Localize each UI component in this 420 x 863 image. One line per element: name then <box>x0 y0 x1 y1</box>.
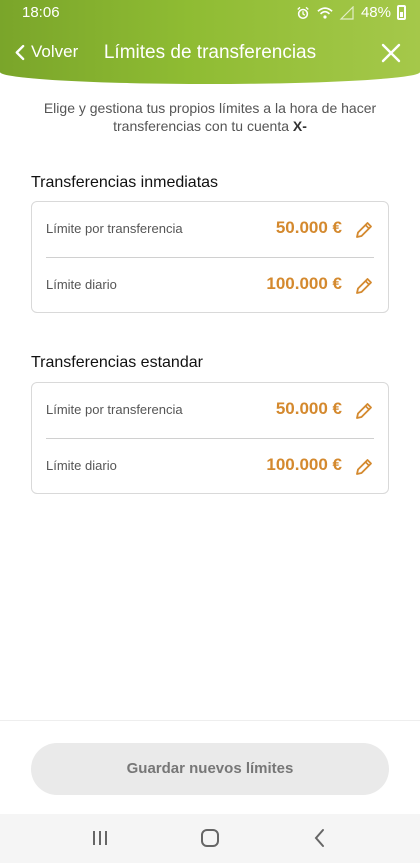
limit-label: Límite diario <box>46 458 117 473</box>
system-nav-bar <box>0 814 420 863</box>
recent-apps-icon[interactable] <box>88 826 112 850</box>
limit-value: 100.000 € <box>266 274 342 293</box>
edit-pencil-icon[interactable] <box>354 220 374 240</box>
limit-row: Límite diario 100.000 € <box>46 258 374 313</box>
status-time: 18:06 <box>22 4 60 21</box>
limit-label: Límite por transferencia <box>46 221 183 236</box>
battery-percent: 48% <box>360 4 391 21</box>
limit-value: 100.000 € <box>266 455 342 474</box>
account-name: X- <box>292 118 307 134</box>
edit-pencil-icon[interactable] <box>354 276 374 296</box>
limit-label: Límite por transferencia <box>46 402 183 417</box>
section-title-immediate: Transferencias inmediatas <box>31 174 219 191</box>
edit-pencil-icon[interactable] <box>354 401 374 421</box>
close-icon[interactable] <box>380 40 402 66</box>
intro-text: Elige y gestiona tus propios límites a l… <box>40 99 380 135</box>
nav-bar: Volver Límites de transferencias <box>0 32 420 76</box>
edit-pencil-icon[interactable] <box>354 457 374 477</box>
status-icons: 48% <box>295 4 406 21</box>
page-title: Límites de transferencias <box>103 42 317 63</box>
intro-description: Elige y gestiona tus propios límites a l… <box>43 100 377 134</box>
limit-row: Límite por transferencia 50.000 € <box>46 383 374 438</box>
save-limits-button[interactable]: Guardar nuevos límites <box>31 743 389 795</box>
alarm-icon <box>297 6 309 19</box>
home-icon[interactable] <box>198 826 222 850</box>
section-title-standard: Transferencias estandar <box>31 354 203 371</box>
limit-label: Límite diario <box>46 277 117 292</box>
status-bar: 18:06 48% <box>0 0 420 26</box>
system-back-icon[interactable] <box>308 826 332 850</box>
limits-card-immediate: Límite por transferencia 50.000 € Límite… <box>31 201 389 313</box>
limit-row: Límite por transferencia 50.000 € <box>46 202 374 257</box>
wifi-icon <box>317 6 333 19</box>
footer-actions: Guardar nuevos límites <box>0 720 420 814</box>
limit-row: Límite diario 100.000 € <box>46 439 374 494</box>
limit-value: 50.000 € <box>275 218 342 237</box>
signal-icon <box>339 5 354 20</box>
limits-card-standard: Límite por transferencia 50.000 € Límite… <box>31 382 389 494</box>
battery-icon <box>397 5 406 20</box>
limit-value: 50.000 € <box>275 399 342 418</box>
app-header: 18:06 48% Volver Límites de transferenci… <box>0 0 420 84</box>
